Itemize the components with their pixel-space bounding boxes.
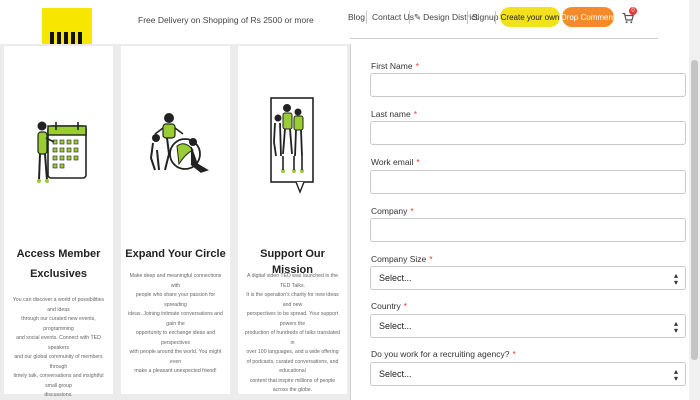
card-text-line: through our curated new events, programm… [21, 316, 96, 332]
card-description: Make deep and meaningful connections wit… [127, 272, 224, 377]
required-marker: * [416, 157, 420, 167]
scrollbar-thumb[interactable] [691, 60, 698, 360]
select-arrows-icon: ▴ ▾ [673, 319, 678, 335]
work-email-input[interactable] [370, 170, 686, 194]
form-divider [350, 44, 351, 400]
required-marker: * [415, 61, 419, 71]
card-title-line: Exclusives [30, 268, 87, 280]
card-text-line: and social events. Connect with TED spea… [16, 335, 101, 351]
company-size-select[interactable]: Select... ▴ ▾ [370, 266, 686, 290]
work-email-label: Work email * [371, 157, 420, 167]
card-text-line: with people around the world. You might … [129, 349, 222, 365]
country-label: Country * [371, 301, 408, 311]
nav-design-district-link[interactable]: ✎ Design District [414, 12, 478, 24]
recruiting-agency-label: Do you work for a recruiting agency? * [371, 349, 516, 359]
last-name-label: Last name * [371, 109, 418, 119]
card-text-line: over 100 languages, and a wide offering [246, 349, 339, 355]
create-your-own-button[interactable]: Create your own [500, 7, 560, 27]
company-size-label: Company Size * [371, 254, 433, 264]
pen-icon: ✎ [414, 12, 422, 22]
card-description: You can discover a world of possibilitie… [10, 296, 107, 400]
card-text-line: opportunity to exchange ideas and perspe… [135, 330, 216, 346]
country-select[interactable]: Select... ▴ ▾ [370, 314, 686, 338]
first-name-label: First Name * [371, 61, 419, 71]
top-navigation-bar: Free Delivery on Shopping of Rs 2500 or … [0, 0, 700, 44]
card-text-line: A digital video TED was launched in the … [246, 273, 339, 289]
header-divider [350, 38, 658, 39]
card-text-line: production of hundreds of talks translat… [244, 330, 341, 346]
people-circle-icon [149, 113, 209, 173]
card-title-line: Access Member [16, 248, 101, 260]
required-marker: * [403, 301, 408, 311]
company-label: Company * [371, 206, 414, 216]
free-delivery-text: Free Delivery on Shopping of Rs 2500 or … [138, 15, 314, 25]
drop-comment-button[interactable]: Drop Comment [561, 7, 615, 27]
card-support-mission: Support Our Mission A digital video TED … [238, 46, 347, 394]
recruiting-agency-select[interactable]: Select... ▴ ▾ [370, 362, 686, 386]
company-input[interactable] [370, 218, 686, 242]
card-text-line: and our global community of members thro… [14, 354, 103, 370]
card-text-line: people who share your passion for spread… [135, 292, 216, 308]
company-size-value: Select... [379, 273, 412, 283]
card-access-member: Access Member Exclusives You can discove… [4, 46, 113, 398]
select-arrows-icon: ▴ ▾ [673, 271, 678, 287]
card-description: A digital video TED was launched in the … [244, 272, 341, 396]
last-name-input[interactable] [370, 121, 686, 145]
required-marker: * [512, 349, 516, 359]
card-text-line: You can discover a world of possibilitie… [12, 297, 105, 313]
card-title-line: Expand Your Circle [125, 248, 226, 260]
required-marker: * [413, 109, 418, 119]
nav-design-district-label: Design District [423, 12, 478, 22]
first-name-input[interactable] [370, 73, 686, 97]
nav-contact-link[interactable]: Contact Us [372, 12, 414, 24]
nav-separator [495, 11, 496, 24]
group-board-icon [270, 97, 314, 194]
card-expand-circle: Expand Your Circle Make deep and meaning… [121, 46, 230, 394]
card-text-line: ideas. Joining intimate conversations an… [128, 311, 223, 327]
nav-separator [467, 11, 468, 24]
nav-separator [366, 11, 367, 24]
nav-blog-link[interactable]: Blog [348, 12, 365, 24]
card-text-line: content that inspire millions of people … [249, 377, 336, 394]
country-value: Select... [379, 321, 412, 331]
card-text-line: perspectives to be spread. Your support … [246, 311, 339, 327]
brand-logo[interactable] [42, 8, 92, 44]
card-text-line: Make deep and meaningful connections wit… [129, 273, 222, 289]
card-text-line: make a pleasant unexpected friend! [134, 368, 217, 374]
required-marker: * [429, 254, 433, 264]
required-marker: * [410, 206, 414, 216]
card-text-line: timely talk, conversations and insightfu… [13, 373, 104, 389]
logo-mark-icon [48, 30, 86, 44]
card-text-line: It is the operation's charity for new id… [246, 292, 339, 308]
card-text-line: discussions. [44, 392, 73, 398]
cart-count-badge: 0 [629, 7, 637, 15]
recruiting-agency-value: Select... [379, 369, 412, 379]
nav-separator [409, 11, 410, 24]
select-arrows-icon: ▴ ▾ [673, 367, 678, 383]
calendar-person-icon [37, 121, 87, 183]
card-text-line: of podcasts, curated conversations, and … [246, 358, 339, 375]
